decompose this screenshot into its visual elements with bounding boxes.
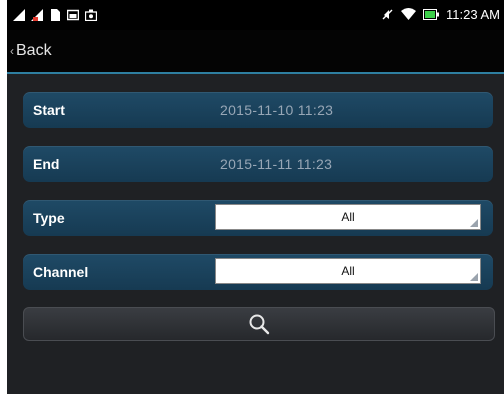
screen: 11:23 AM ‹ Back Start 2015-11-10 11:23 E… bbox=[7, 0, 504, 394]
chevron-left-icon: ‹ bbox=[10, 44, 14, 58]
start-label: Start bbox=[33, 102, 65, 118]
dropdown-corner-icon bbox=[470, 273, 478, 281]
gallery-icon bbox=[67, 9, 79, 21]
notification-icons bbox=[13, 9, 97, 21]
type-row: Type All bbox=[23, 200, 493, 236]
status-time: 11:23 AM bbox=[446, 7, 500, 22]
channel-selected-value: All bbox=[341, 264, 355, 278]
type-selected-value: All bbox=[341, 210, 355, 224]
system-icons: 11:23 AM bbox=[381, 7, 500, 22]
wifi-icon bbox=[401, 8, 417, 20]
status-bar: 11:23 AM bbox=[7, 0, 504, 30]
warning-signal-icon bbox=[31, 9, 43, 21]
start-value[interactable]: 2015-11-10 11:23 bbox=[220, 102, 333, 118]
channel-row: Channel All bbox=[23, 254, 493, 290]
back-button[interactable]: ‹ Back bbox=[10, 42, 52, 60]
search-form: Start 2015-11-10 11:23 End 2015-11-11 11… bbox=[7, 74, 504, 394]
search-icon bbox=[249, 314, 270, 335]
type-select[interactable]: All bbox=[215, 204, 481, 230]
channel-label: Channel bbox=[33, 264, 89, 280]
end-value[interactable]: 2015-11-11 11:23 bbox=[220, 156, 332, 172]
channel-select[interactable]: All bbox=[215, 258, 481, 284]
start-row[interactable]: Start 2015-11-10 11:23 bbox=[23, 92, 493, 128]
nav-bar: ‹ Back bbox=[7, 30, 504, 74]
back-label: Back bbox=[16, 42, 52, 59]
end-label: End bbox=[33, 156, 60, 172]
camera-icon bbox=[85, 9, 97, 21]
end-row[interactable]: End 2015-11-11 11:23 bbox=[23, 146, 493, 182]
signal-icon bbox=[13, 9, 25, 21]
type-label: Type bbox=[33, 210, 65, 226]
muted-icon bbox=[382, 9, 393, 20]
document-icon bbox=[51, 9, 60, 21]
dropdown-corner-icon bbox=[470, 219, 478, 227]
battery-icon bbox=[423, 9, 440, 20]
search-button[interactable] bbox=[23, 307, 495, 341]
